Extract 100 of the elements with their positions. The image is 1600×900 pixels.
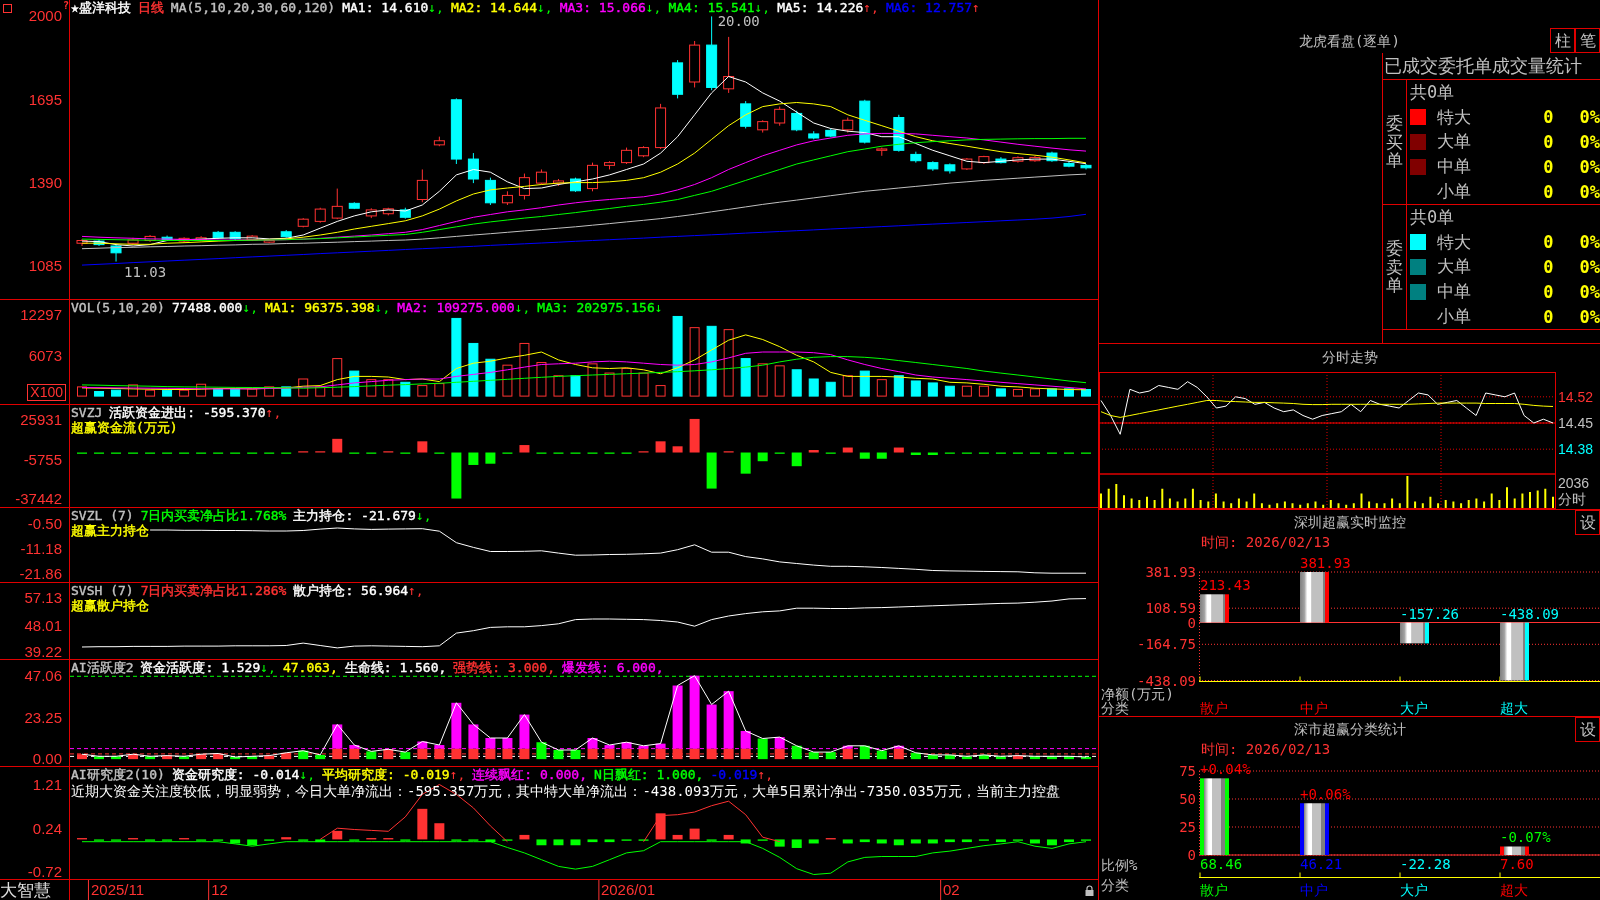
category-label: 散户	[1200, 882, 1228, 898]
legend-text: MA4: 15.541	[668, 0, 755, 15]
legend-text: AI研究度2(10)	[71, 767, 165, 782]
legend-text: 爆发线: 6.000,	[562, 660, 664, 675]
row-label: 中单	[1437, 280, 1471, 304]
legend-text: 资金活跃度: 1.529	[140, 660, 261, 675]
legend-text: MA2: 109275.000	[397, 300, 515, 315]
row-label: 大单	[1437, 130, 1471, 154]
legend-text: 7日内买卖净占比1.768%	[140, 508, 287, 523]
axis-label: 0.00	[32, 752, 62, 766]
legend-text: MA5: 14.226	[777, 0, 864, 15]
legend-text: AI活跃度2	[71, 660, 134, 675]
value-label: 68.46	[1200, 856, 1243, 872]
count-cell: 0	[1543, 181, 1554, 202]
axis-label: 2000	[28, 9, 62, 24]
date-label: 02	[940, 880, 960, 900]
legend-text: 平均研究度: -0.019	[322, 767, 450, 782]
legend-text: 超赢主力持仓	[71, 523, 149, 538]
date-label: 2026/01	[597, 880, 656, 900]
percent-cell: 0%	[1579, 257, 1600, 277]
volume-label: 2036	[1558, 475, 1590, 491]
panel-title: 深圳超赢实时监控	[1293, 513, 1406, 532]
axis-label: 50	[1179, 791, 1196, 807]
value-label: -438.09	[1500, 605, 1559, 622]
axis-label: 6073	[28, 349, 62, 364]
axis-label: 47.06	[24, 669, 62, 684]
legend-text: 主力持仓: -21.679	[293, 508, 416, 523]
axis-note: ?	[62, 0, 69, 11]
volume-unit: 分时	[1558, 491, 1586, 507]
legend-text: ★盛洋科技	[71, 0, 131, 15]
legend-text: MA1: 14.610	[342, 0, 429, 15]
date-text: 时间: 2026/02/13	[1201, 742, 1331, 756]
count-cell: 0	[1543, 232, 1554, 253]
legend-text: 日线	[137, 0, 164, 15]
legend-text: SVSH (7)	[71, 583, 134, 598]
value-label: 7.60	[1500, 856, 1534, 872]
date-text: 时间: 2026/02/13	[1201, 535, 1331, 549]
count-cell: 0	[1543, 132, 1554, 152]
category-label: 超大	[1500, 882, 1528, 898]
legend-text: SVZL (7)	[71, 508, 134, 523]
panel-title: 分时走势	[1321, 349, 1378, 367]
axis-label: -5755	[23, 452, 62, 467]
legend-text: MA2: 14.644	[450, 0, 538, 15]
value-label: 46.21	[1300, 856, 1343, 872]
axis-title: 净额(万元)	[1101, 686, 1174, 702]
axis-label: 25	[1179, 819, 1196, 835]
category-label: 中户	[1300, 700, 1328, 716]
axis-title: 分类	[1101, 700, 1129, 716]
category-label: 大户	[1400, 882, 1428, 898]
axis-label: 0	[1187, 847, 1196, 863]
group-label: 委卖单	[1386, 238, 1403, 296]
price-label: 20.00	[717, 13, 760, 30]
legend-text: MA1: 96375.398	[265, 300, 375, 315]
group-label: 委买单	[1386, 113, 1403, 171]
legend-text: 超赢资金流(万元)	[71, 420, 178, 435]
legend-text: 生命线: 1.560,	[344, 660, 447, 675]
count-cell: 0	[1543, 107, 1554, 128]
table-title: 已成交委托单成交量统计	[1384, 54, 1582, 78]
count-cell: 0	[1543, 257, 1554, 277]
date-label: 12	[208, 880, 228, 900]
value-label: -22.28	[1400, 856, 1451, 872]
axis-label: -11.18	[20, 541, 62, 556]
legend-text: 连续飘红: 0.000,	[472, 767, 587, 782]
count-cell: 0	[1543, 281, 1554, 302]
legend-text: VOL(5,10,20)	[71, 300, 165, 315]
count-cell: 0	[1543, 306, 1554, 327]
row-label: 小单	[1437, 305, 1471, 329]
row-label: 小单	[1437, 180, 1471, 204]
axis-label: 23.25	[24, 711, 62, 726]
axis-label: 108.59	[1145, 600, 1196, 617]
legend-text: MA(5,10,20,30,60,120)	[170, 0, 336, 15]
panel-title: 龙虎看盘(逐单)	[1299, 32, 1400, 50]
total-text: 共0单	[1410, 80, 1455, 104]
axis-label: 48.01	[24, 618, 62, 633]
value-label: -157.26	[1400, 605, 1459, 622]
axis-label: 0.24	[32, 821, 62, 836]
percent-cell: 0%	[1579, 306, 1600, 327]
change-label: +0.04%	[1200, 761, 1251, 778]
axis-label: 39.22	[24, 645, 62, 659]
value-label: 381.93	[1300, 555, 1351, 571]
percent-cell: 0%	[1579, 281, 1600, 302]
axis-title: 分类	[1101, 877, 1129, 893]
axis-label: 14.52	[1558, 388, 1594, 405]
row-label: 特大	[1437, 105, 1471, 129]
panel-title: 深市超赢分类统计	[1293, 720, 1406, 739]
price-label: 11.03	[124, 263, 167, 280]
legend-text: 散户持仓: 56.964	[293, 583, 409, 598]
category-label: 中户	[1300, 882, 1328, 898]
axis-label: -0.50	[27, 517, 62, 532]
axis-label: 1085	[28, 259, 62, 274]
row-label: 大单	[1437, 255, 1471, 279]
legend-text: 77488.000	[171, 300, 243, 315]
percent-cell: 0%	[1579, 156, 1600, 177]
row-label: 中单	[1437, 155, 1471, 179]
legend-text: -0.019	[710, 767, 758, 782]
axis-label: 75	[1179, 763, 1196, 779]
axis-label: 25931	[20, 413, 62, 428]
legend-text: N日飘红: 1.000,	[594, 767, 704, 782]
axis-label: 0	[1187, 614, 1196, 631]
change-label: +0.06%	[1300, 786, 1351, 803]
